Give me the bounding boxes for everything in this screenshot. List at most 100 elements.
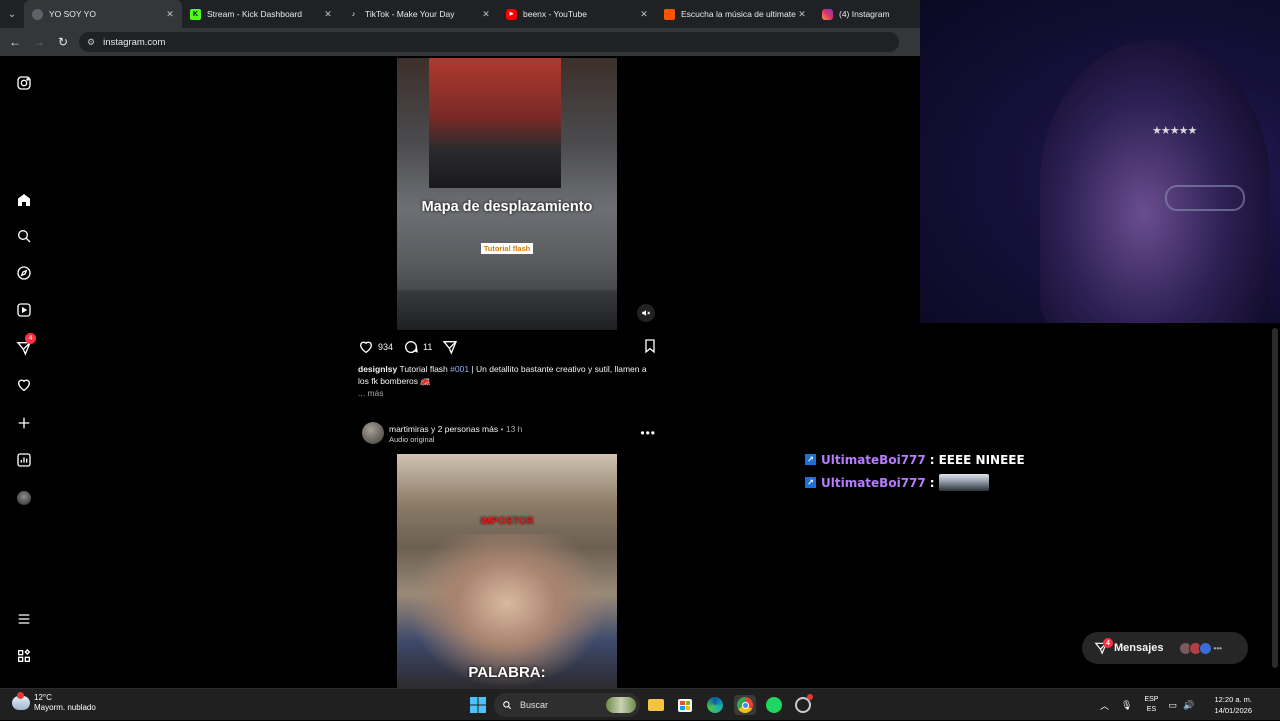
- network-icon[interactable]: ▭: [1168, 700, 1177, 711]
- comment-icon: [405, 341, 418, 353]
- chat-emote: [938, 474, 989, 491]
- dashboard-chart-icon[interactable]: [14, 450, 34, 470]
- video-frame: IMPOSTOR PALABRA:: [397, 454, 617, 688]
- tray-chevron-up-icon[interactable]: ︿: [1100, 699, 1109, 712]
- messages-label: Mensajes: [1114, 642, 1164, 654]
- chat-separator: :: [929, 452, 935, 467]
- search-highlight-image: [606, 697, 636, 713]
- explore-compass-icon[interactable]: [14, 263, 34, 283]
- taskbar-clock[interactable]: 12:20 a. m. 14/01/2026: [1206, 694, 1252, 716]
- caption-hashtag[interactable]: #001: [450, 364, 469, 374]
- clock-time: 12:20 a. m.: [1214, 695, 1252, 704]
- webcam-feed: ★★★★★: [920, 0, 1280, 323]
- sub-badge-icon: ↗: [805, 477, 816, 488]
- close-tab-icon[interactable]: ✕: [480, 9, 492, 20]
- video-overlay-title: Mapa de desplazamiento: [421, 199, 593, 215]
- direct-messages-icon[interactable]: 4: [14, 333, 36, 358]
- tab-tiktok[interactable]: ♪ TikTok - Make Your Day ✕: [340, 0, 498, 28]
- tab-yo-soy-yo[interactable]: YO SOY YO ✕: [24, 0, 182, 28]
- chat-username: UltimateBoi777: [821, 475, 926, 490]
- chat-separator: :: [929, 475, 935, 490]
- video-overlay-top: IMPOSTOR: [480, 516, 534, 527]
- file-explorer-icon[interactable]: [646, 695, 666, 715]
- scroll-thumb[interactable]: [1272, 328, 1278, 668]
- like-count: 934: [378, 342, 394, 352]
- instagram-sidebar: 4: [0, 58, 48, 688]
- microsoft-store-icon[interactable]: [675, 695, 695, 715]
- post-video[interactable]: IMPOSTOR PALABRA:: [351, 454, 663, 688]
- post-video[interactable]: Mapa de desplazamiento Tutorial flash: [351, 58, 663, 330]
- clock-date: 14/01/2026: [1214, 706, 1252, 715]
- spotify-icon[interactable]: [764, 695, 784, 715]
- kick-icon: K: [190, 8, 201, 20]
- tab-kick-dashboard[interactable]: K Stream - Kick Dashboard ✕: [182, 0, 340, 28]
- url-input[interactable]: ⚙ instagram.com: [79, 32, 899, 52]
- site-settings-icon[interactable]: ⚙: [87, 37, 95, 48]
- caption-more-link[interactable]: ... más: [358, 388, 384, 398]
- language-indicator[interactable]: ESP ES: [1144, 695, 1158, 715]
- post-header: martimiras y 2 personas más • 13 h Audio…: [358, 422, 660, 446]
- close-tab-icon[interactable]: ✕: [322, 9, 334, 20]
- system-tray: ︿ 🎙 ESP ES ▭ 🔊: [1100, 689, 1194, 721]
- instagram-logo-icon[interactable]: [14, 73, 34, 93]
- home-icon[interactable]: [14, 190, 34, 210]
- chat-text: EEEE NINEEE: [938, 452, 1025, 467]
- taskbar-search-input[interactable]: Buscar: [494, 693, 640, 717]
- reload-icon[interactable]: ↻: [51, 28, 75, 56]
- tab-label: Escucha la música de ultimateb: [681, 9, 796, 19]
- avatar[interactable]: [362, 422, 384, 444]
- close-tab-icon[interactable]: ✕: [164, 9, 176, 20]
- caption-username[interactable]: designlsy: [358, 364, 397, 374]
- post-caption: designlsy Tutorial flash #001 | Un detal…: [358, 363, 648, 387]
- tab-label: TikTok - Make Your Day: [365, 9, 455, 19]
- messages-button[interactable]: 4 Mensajes •••: [1082, 632, 1248, 664]
- tab-label: Stream - Kick Dashboard: [207, 9, 302, 19]
- share-button[interactable]: [442, 339, 458, 355]
- share-icon: [442, 341, 458, 355]
- volume-icon[interactable]: 🔊: [1183, 700, 1194, 711]
- tab-soundcloud[interactable]: Escucha la música de ultimateb ✕: [656, 0, 814, 28]
- tab-label: (4) Instagram: [839, 9, 890, 19]
- create-plus-icon[interactable]: [14, 413, 34, 433]
- page-scrollbar[interactable]: [1270, 323, 1280, 688]
- save-bookmark-icon[interactable]: [642, 338, 658, 356]
- tab-instagram[interactable]: (4) Instagram: [814, 0, 908, 28]
- mute-icon[interactable]: [637, 304, 655, 322]
- reels-icon[interactable]: [14, 300, 34, 320]
- globe-icon: [32, 8, 43, 20]
- album-cover-thumbnail: [429, 58, 561, 188]
- more-dots-icon: •••: [1213, 643, 1222, 653]
- search-icon[interactable]: [14, 226, 34, 246]
- tab-search-chevron-icon[interactable]: ⌄: [0, 0, 24, 28]
- tab-youtube[interactable]: ▶ beenx - YouTube ✕: [498, 0, 656, 28]
- more-options-icon[interactable]: •••: [640, 426, 656, 440]
- notifications-heart-icon[interactable]: [14, 375, 34, 395]
- post-actions: 934 11: [358, 338, 658, 356]
- microphone-icon[interactable]: 🎙: [1121, 700, 1132, 711]
- obs-recording-icon[interactable]: [793, 694, 813, 715]
- chrome-browser-icon[interactable]: [734, 695, 756, 715]
- weather-temp: 12°C: [34, 693, 52, 702]
- like-button[interactable]: 934: [358, 339, 393, 355]
- meta-apps-icon[interactable]: [14, 646, 34, 666]
- post-audio[interactable]: Audio original: [389, 435, 434, 444]
- back-arrow-icon[interactable]: ←: [3, 28, 27, 56]
- profile-avatar[interactable]: [14, 488, 34, 508]
- close-tab-icon[interactable]: ✕: [796, 9, 808, 20]
- close-tab-icon[interactable]: ✕: [638, 9, 650, 20]
- search-placeholder: Buscar: [520, 700, 549, 710]
- post-username[interactable]: martimiras y 2 personas más: [389, 424, 498, 434]
- weather-widget[interactable]: 12°C Mayorm. nublado: [12, 692, 96, 713]
- comment-button[interactable]: 11: [403, 339, 432, 355]
- notification-badge: 4: [25, 333, 36, 344]
- heart-icon: [359, 341, 373, 354]
- edge-browser-icon[interactable]: [705, 695, 725, 715]
- stream-chat: ↗ UltimateBoi777 : EEEE NINEEE ↗ Ultimat…: [805, 448, 1065, 494]
- windows-start-icon[interactable]: [468, 695, 488, 715]
- menu-hamburger-icon[interactable]: [14, 609, 34, 629]
- lang-secondary: ES: [1146, 706, 1157, 713]
- forward-arrow-icon[interactable]: →: [27, 28, 51, 56]
- streamer-silhouette: [1040, 40, 1270, 323]
- chat-message: ↗ UltimateBoi777 :: [805, 471, 1065, 494]
- post-time: • 13 h: [500, 424, 523, 434]
